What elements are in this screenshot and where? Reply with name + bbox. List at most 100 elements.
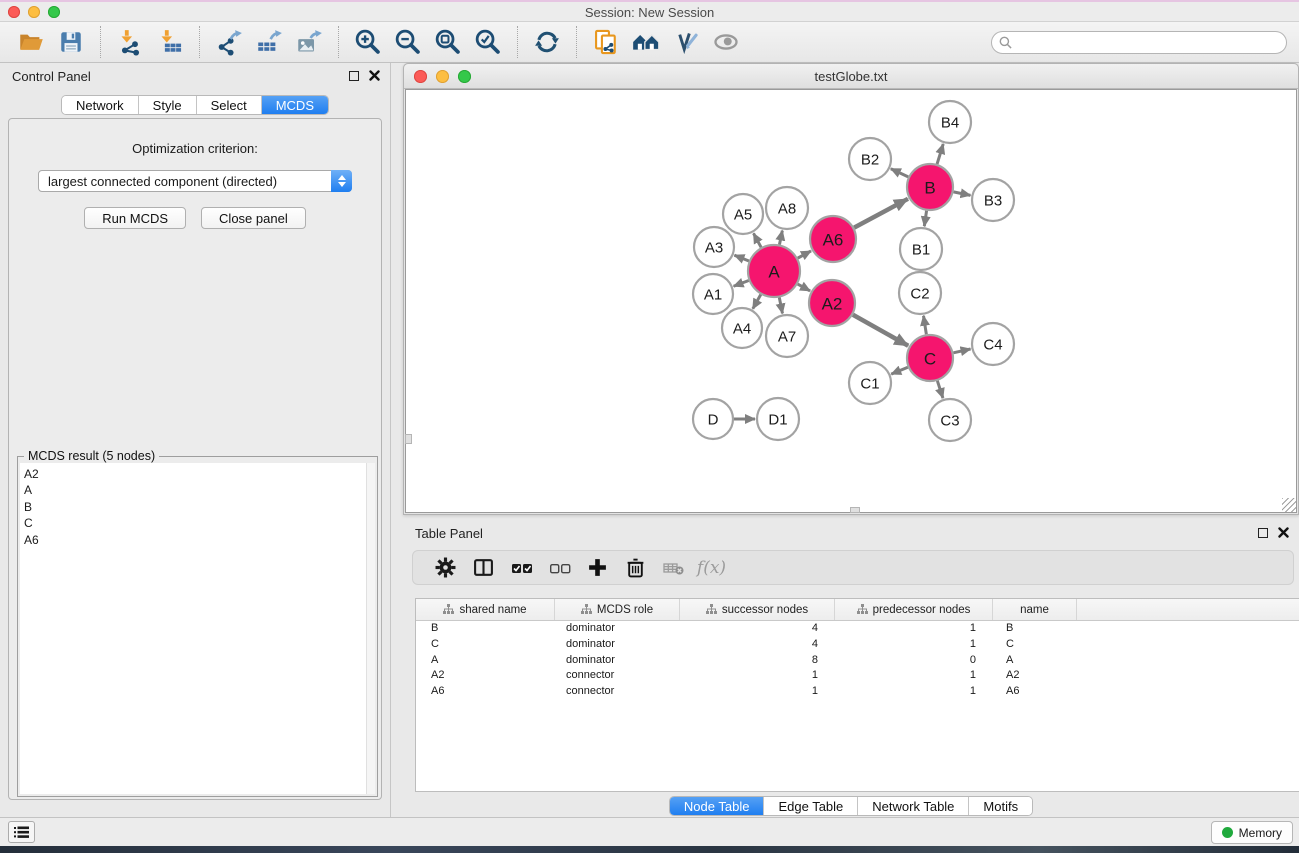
mcds-result-item[interactable]: B [20, 499, 366, 515]
table-cell[interactable]: A6 [993, 684, 1077, 700]
table-row[interactable]: A6connector11A6 [416, 684, 1299, 700]
table-cell[interactable]: 1 [680, 684, 835, 700]
table-cell[interactable]: 0 [835, 653, 993, 669]
zoom-fit-button[interactable] [428, 24, 468, 60]
select-all-columns-button[interactable] [507, 553, 536, 582]
tab-motifs[interactable]: Motifs [969, 797, 1032, 815]
column-header-name[interactable]: name [993, 599, 1077, 620]
edge-A-A6[interactable] [798, 251, 811, 258]
edge-A-A4[interactable] [753, 295, 761, 309]
deselect-all-columns-button[interactable] [545, 553, 574, 582]
edge-A2-C[interactable] [853, 315, 908, 346]
table-cell[interactable]: connector [555, 668, 680, 684]
table-cell[interactable]: dominator [555, 621, 680, 637]
edge-A-A2[interactable] [798, 284, 810, 291]
column-header-successor-nodes[interactable]: successor nodes [680, 599, 835, 620]
open-session-button[interactable] [11, 24, 51, 60]
table-cell[interactable]: 1 [835, 668, 993, 684]
tab-select[interactable]: Select [197, 96, 262, 114]
canvas-bottom-scroll-stub[interactable] [850, 507, 860, 513]
network-canvas[interactable]: AA1A2A3A4A5A6A7A8BB1B2B3B4CC1C2C3C4DD1 [405, 89, 1297, 513]
table-cell[interactable]: B [993, 621, 1077, 637]
export-image-button[interactable] [289, 24, 329, 60]
table-cell[interactable]: dominator [555, 653, 680, 669]
memory-button[interactable]: Memory [1211, 821, 1293, 844]
table-cell[interactable]: A [993, 653, 1077, 669]
export-table-button[interactable] [249, 24, 289, 60]
show-panels-button[interactable] [8, 821, 35, 843]
tab-node-table[interactable]: Node Table [670, 797, 765, 815]
zoom-selected-button[interactable] [468, 24, 508, 60]
float-table-panel-icon[interactable] [1258, 528, 1268, 538]
import-network-button[interactable] [110, 24, 150, 60]
edge-A-A7[interactable] [779, 297, 782, 313]
table-cell[interactable]: 1 [680, 668, 835, 684]
table-row[interactable]: Adominator80A [416, 653, 1299, 669]
edge-C-C3[interactable] [937, 381, 943, 398]
edge-C-C2[interactable] [923, 316, 926, 335]
tab-network[interactable]: Network [62, 96, 139, 114]
column-header-MCDS-role[interactable]: MCDS role [555, 599, 680, 620]
edge-C-C1[interactable] [891, 367, 908, 374]
table-cell[interactable]: A2 [993, 668, 1077, 684]
mcds-result-item[interactable]: A [20, 482, 366, 498]
float-panel-icon[interactable] [349, 71, 359, 81]
network-window-titlebar[interactable]: testGlobe.txt [404, 64, 1298, 89]
table-cell[interactable]: A2 [416, 668, 555, 684]
delete-column-button[interactable] [621, 553, 650, 582]
criterion-dropdown[interactable]: largest connected component (directed) [38, 170, 352, 192]
mcds-result-item[interactable]: A6 [20, 532, 366, 548]
column-header-shared-name[interactable]: shared name [416, 599, 555, 620]
table-cell[interactable]: A6 [416, 684, 555, 700]
mcds-list-scrollbar[interactable] [366, 463, 375, 794]
close-panel-button[interactable]: Close panel [201, 207, 306, 229]
table-row[interactable]: Cdominator41C [416, 637, 1299, 653]
delete-table-button[interactable] [659, 553, 688, 582]
tab-edge-table[interactable]: Edge Table [764, 797, 858, 815]
run-mcds-button[interactable]: Run MCDS [84, 207, 186, 229]
table-cell[interactable]: C [416, 637, 555, 653]
table-row[interactable]: Bdominator41B [416, 621, 1299, 637]
table-cell[interactable]: 1 [835, 684, 993, 700]
table-row[interactable]: A2connector11A2 [416, 668, 1299, 684]
graphics-details-button[interactable] [666, 24, 706, 60]
zoom-in-button[interactable] [348, 24, 388, 60]
tab-style[interactable]: Style [139, 96, 197, 114]
edge-C-C4[interactable] [953, 349, 970, 353]
column-header-predecessor-nodes[interactable]: predecessor nodes [835, 599, 993, 620]
edge-B-B4[interactable] [937, 144, 943, 164]
import-table-button[interactable] [150, 24, 190, 60]
table-cell[interactable]: connector [555, 684, 680, 700]
table-cell[interactable]: 4 [680, 621, 835, 637]
dropdown-stepper[interactable] [331, 170, 352, 192]
zoom-out-button[interactable] [388, 24, 428, 60]
edge-A-A8[interactable] [779, 231, 782, 245]
close-table-panel-icon[interactable] [1278, 527, 1289, 538]
function-builder-button[interactable]: f(x) [697, 553, 726, 582]
refresh-button[interactable] [527, 24, 567, 60]
table-cell[interactable]: 1 [835, 637, 993, 653]
tab-mcds[interactable]: MCDS [262, 96, 328, 114]
table-cell[interactable]: 1 [835, 621, 993, 637]
clone-network-button[interactable] [586, 24, 626, 60]
window-resize-grip[interactable] [1282, 498, 1296, 512]
export-network-button[interactable] [209, 24, 249, 60]
edge-A-A3[interactable] [734, 255, 749, 261]
create-column-button[interactable] [583, 553, 612, 582]
toggle-column-view-button[interactable] [469, 553, 498, 582]
canvas-left-scroll-stub[interactable] [405, 434, 412, 444]
edge-A-A1[interactable] [734, 281, 749, 287]
edge-B-B3[interactable] [954, 192, 971, 196]
mcds-result-item[interactable]: A2 [20, 466, 366, 482]
table-cell[interactable]: C [993, 637, 1077, 653]
home-networks-button[interactable] [626, 24, 666, 60]
close-panel-icon[interactable] [369, 70, 380, 81]
edge-B-B2[interactable] [891, 169, 908, 177]
table-settings-button[interactable] [431, 553, 460, 582]
show-hide-button[interactable] [706, 24, 746, 60]
search-input[interactable] [991, 31, 1287, 54]
tab-network-table[interactable]: Network Table [858, 797, 969, 815]
table-cell[interactable]: 8 [680, 653, 835, 669]
table-cell[interactable]: A [416, 653, 555, 669]
table-cell[interactable]: dominator [555, 637, 680, 653]
